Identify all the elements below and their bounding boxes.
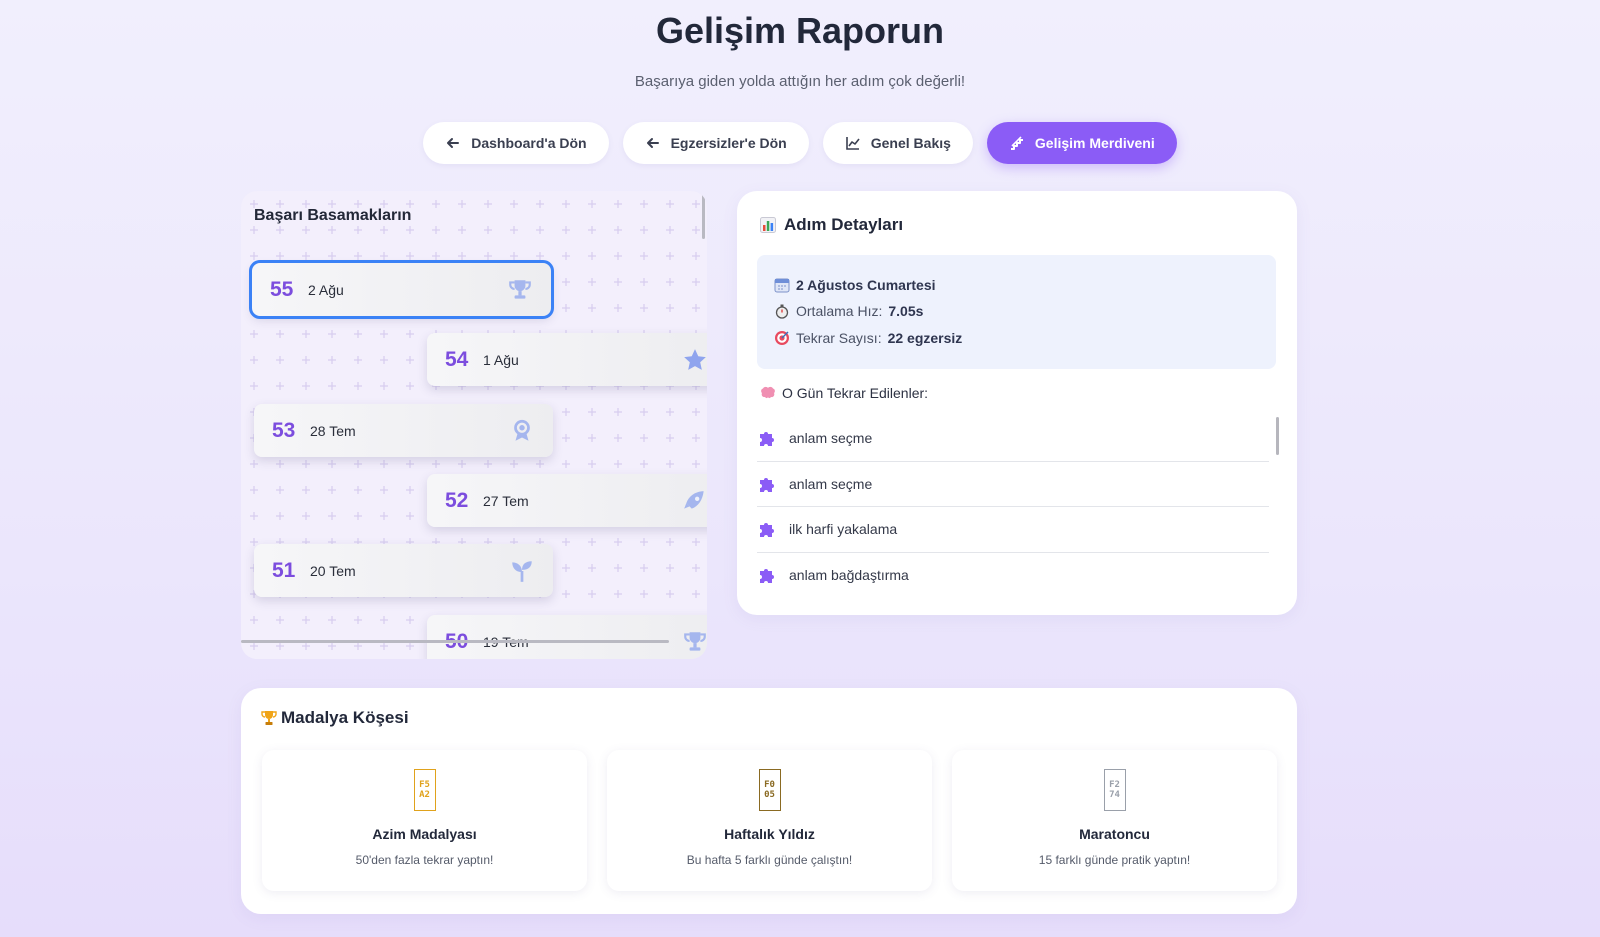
medal-glyph-icon: F5 A2 <box>413 769 436 811</box>
ladder-step[interactable]: 51 20 Tem <box>254 544 553 597</box>
ladder-step[interactable]: 53 28 Tem <box>254 404 553 457</box>
page-title: Gelişim Raporun <box>655 10 945 51</box>
medal-item: F0 05 Haftalık Yıldız Bu hafta 5 farklı … <box>607 750 932 891</box>
page-subtitle: Başarıya giden yolda attığın her adım ço… <box>634 73 966 90</box>
trophy-icon <box>261 710 277 726</box>
medal-name: Haftalık Yıldız <box>724 826 815 842</box>
step-info-box: 2 Ağustos Cumartesi Ortalama Hız: 7.05s … <box>757 255 1276 369</box>
exercise-name: anlam bağdaştırma <box>789 567 909 584</box>
glyph-line: F0 <box>764 780 775 790</box>
medal-glyph-icon: F2 74 <box>1103 769 1126 811</box>
count-value: 22 egzersiz <box>887 330 963 346</box>
list-item[interactable]: anlam bağdaştırma <box>757 553 1269 599</box>
exercise-name: anlam seçme <box>789 475 873 492</box>
medal-title: Madalya Köşesi <box>261 708 409 728</box>
speed-value: 7.05s <box>888 303 924 319</box>
exercise-name: ilk harfi yakalama <box>789 521 898 538</box>
glyph-line: 74 <box>1109 790 1120 800</box>
back-to-dashboard-button[interactable]: Dashboard'a Dön <box>423 122 609 164</box>
star-icon <box>682 347 707 373</box>
ladder-panel[interactable]: Başarı Basamakların 55 2 Ağu 54 1 Ağu 53… <box>241 191 707 659</box>
step-date: 1 Ağu <box>483 351 519 368</box>
step-number: 55 <box>270 277 294 301</box>
medal-item: F5 A2 Azim Madalyası 50'den fazla tekrar… <box>262 750 587 891</box>
step-number: 53 <box>272 418 296 442</box>
target-icon <box>774 330 790 346</box>
medal-title-text: Madalya Köşesi <box>281 708 409 727</box>
step-date: 28 Tem <box>310 422 356 439</box>
nav-label: Genel Bakış <box>870 135 951 151</box>
speed-line: Ortalama Hız: 7.05s <box>774 303 923 319</box>
step-details-card: Adım Detayları 2 Ağustos Cumartesi Ortal… <box>737 191 1297 615</box>
trophy-icon <box>682 629 707 655</box>
count-line: Tekrar Sayısı: 22 egzersiz <box>774 330 962 346</box>
repeated-label: O Gün Tekrar Edilenler: <box>760 385 928 401</box>
line-chart-icon <box>845 135 861 151</box>
step-number: 54 <box>445 347 469 371</box>
arrow-left-icon <box>645 135 661 151</box>
medal-list: F5 A2 Azim Madalyası 50'den fazla tekrar… <box>262 750 1277 891</box>
glyph-line: 05 <box>764 790 775 800</box>
nav-label: Egzersizler'e Dön <box>670 135 787 151</box>
nav-label: Gelişim Merdiveni <box>1034 135 1155 151</box>
glyph-line: A2 <box>419 790 430 800</box>
step-number: 52 <box>445 488 469 512</box>
ladder-title: Başarı Basamakların <box>254 207 412 224</box>
award-icon <box>509 418 535 444</box>
date-line: 2 Ağustos Cumartesi <box>774 277 936 293</box>
medal-corner-card: Madalya Köşesi F5 A2 Azim Madalyası 50'd… <box>241 688 1297 914</box>
count-label: Tekrar Sayısı: <box>796 330 882 346</box>
list-item[interactable]: anlam seçme <box>757 416 1269 462</box>
step-date: 2 Ağu <box>308 281 344 298</box>
step-date: 27 Tem <box>483 492 529 509</box>
medal-name: Azim Madalyası <box>372 826 477 842</box>
back-to-exercises-button[interactable]: Egzersizler'e Dön <box>622 122 809 164</box>
repeated-exercises-list[interactable]: anlam seçme anlam seçme ilk harfi yakala… <box>757 416 1269 598</box>
glyph-line: F5 <box>419 780 430 790</box>
list-scrollbar[interactable] <box>1276 417 1279 455</box>
vertical-scrollbar[interactable] <box>702 193 705 239</box>
speed-label: Ortalama Hız: <box>796 303 883 319</box>
ladder-step[interactable]: 55 2 Ağu <box>249 260 554 319</box>
seedling-icon <box>509 558 535 584</box>
step-date: 20 Tem <box>310 562 356 579</box>
puzzle-icon <box>757 565 777 585</box>
medal-name: Maratoncu <box>1079 826 1150 842</box>
rocket-icon <box>682 488 707 514</box>
nav-bar: Dashboard'a Dön Egzersizler'e Dön Genel … <box>0 122 1600 164</box>
ladder-step[interactable]: 52 27 Tem <box>427 474 707 527</box>
medal-description: 50'den fazla tekrar yaptın! <box>355 853 494 867</box>
stairs-icon <box>1009 135 1025 151</box>
puzzle-icon <box>757 519 777 539</box>
medal-description: 15 farklı günde pratik yaptın! <box>1038 853 1191 867</box>
nav-label: Dashboard'a Dön <box>471 135 587 151</box>
step-number: 51 <box>272 558 296 582</box>
list-item[interactable]: ilk harfi yakalama <box>757 507 1269 553</box>
details-title-text: Adım Detayları <box>784 215 904 234</box>
horizontal-scrollbar[interactable] <box>241 640 669 643</box>
overview-button[interactable]: Genel Bakış <box>822 122 973 164</box>
stopwatch-icon <box>774 303 790 319</box>
details-title: Adım Detayları <box>760 215 903 235</box>
trophy-icon <box>507 277 533 303</box>
glyph-line: F2 <box>1109 780 1120 790</box>
step-full-date: 2 Ağustos Cumartesi <box>796 277 936 293</box>
exercise-name: anlam seçme <box>789 430 873 447</box>
medal-description: Bu hafta 5 farklı günde çalıştın! <box>686 853 853 867</box>
medal-item: F2 74 Maratoncu 15 farklı günde pratik y… <box>952 750 1277 891</box>
ladder-step[interactable]: 54 1 Ağu <box>427 333 707 386</box>
puzzle-icon <box>757 428 777 448</box>
arrow-left-icon <box>445 135 461 151</box>
repeated-label-text: O Gün Tekrar Edilenler: <box>782 385 929 401</box>
progress-ladder-button[interactable]: Gelişim Merdiveni <box>986 122 1177 164</box>
bar-chart-icon <box>760 217 776 233</box>
calendar-icon <box>774 277 790 293</box>
puzzle-icon <box>757 474 777 494</box>
ladder-step[interactable]: 50 19 Tem <box>427 615 707 659</box>
brain-icon <box>760 385 776 401</box>
medal-glyph-icon: F0 05 <box>758 769 781 811</box>
list-item[interactable]: anlam seçme <box>757 462 1269 507</box>
